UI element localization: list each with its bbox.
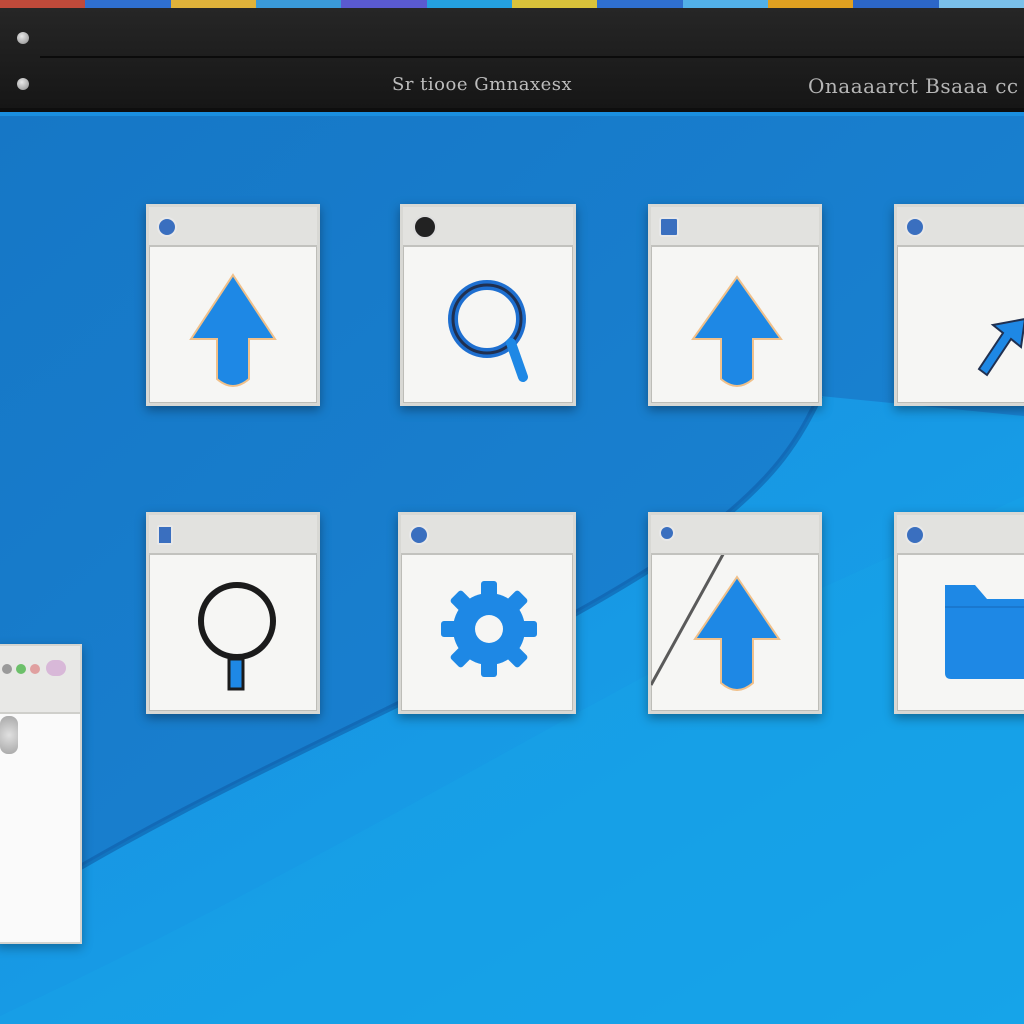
window-dot-icon <box>30 664 40 674</box>
tile-header <box>149 207 317 247</box>
upload-arrow-tile[interactable] <box>146 204 320 406</box>
tile-header <box>897 515 1024 555</box>
tile-badge-icon <box>659 525 675 541</box>
tile-badge-icon <box>905 525 925 545</box>
top-color-strip <box>0 0 1024 8</box>
upload-arrow-tile-3[interactable] <box>648 512 822 714</box>
window-dot-icon <box>2 664 12 674</box>
magnifier-icon <box>403 247 573 403</box>
tile-badge-icon <box>157 217 177 237</box>
tile-header <box>401 515 573 555</box>
upload-arrow-tile-2[interactable] <box>648 204 822 406</box>
folder-tile[interactable] <box>894 512 1024 714</box>
window-control-top[interactable] <box>17 32 29 44</box>
tile-header <box>651 207 819 247</box>
tile-header <box>897 207 1024 247</box>
titlebar-divider <box>40 56 1024 58</box>
window-dot-icon <box>16 664 26 674</box>
search-tile-2[interactable] <box>146 512 320 714</box>
arrow-up-icon <box>651 247 819 403</box>
window-dot-icon <box>46 660 66 676</box>
cursor-arrow-icon <box>897 247 1024 403</box>
window-title-right: Onaaaarct Bsaaa cc <box>808 74 1019 98</box>
tile-badge-icon <box>409 525 429 545</box>
tile-header <box>149 515 317 555</box>
tile-header <box>651 515 819 555</box>
window-titlebar: Sr tiooe Gmnaxesx Onaaaarct Bsaaa cc <box>0 8 1024 112</box>
window-control-bottom[interactable] <box>17 78 29 90</box>
magnifier-icon <box>149 555 317 711</box>
tile-badge-icon <box>413 215 437 239</box>
search-tile[interactable] <box>400 204 576 406</box>
tile-badge-icon <box>157 525 173 545</box>
folder-icon <box>897 555 1024 711</box>
window-title-left: Sr tiooe Gmnaxesx <box>392 74 573 95</box>
partial-window-left[interactable] <box>0 644 82 944</box>
tile-header <box>403 207 573 247</box>
settings-tile[interactable] <box>398 512 576 714</box>
scroll-thumb-icon[interactable] <box>0 716 18 754</box>
arrow-up-icon <box>149 247 317 403</box>
gear-icon <box>401 555 573 711</box>
arrow-up-icon <box>649 528 819 711</box>
cursor-tile[interactable] <box>894 204 1024 406</box>
tile-badge-icon <box>905 217 925 237</box>
partial-window-header <box>0 646 80 714</box>
tile-badge-icon <box>659 217 679 237</box>
